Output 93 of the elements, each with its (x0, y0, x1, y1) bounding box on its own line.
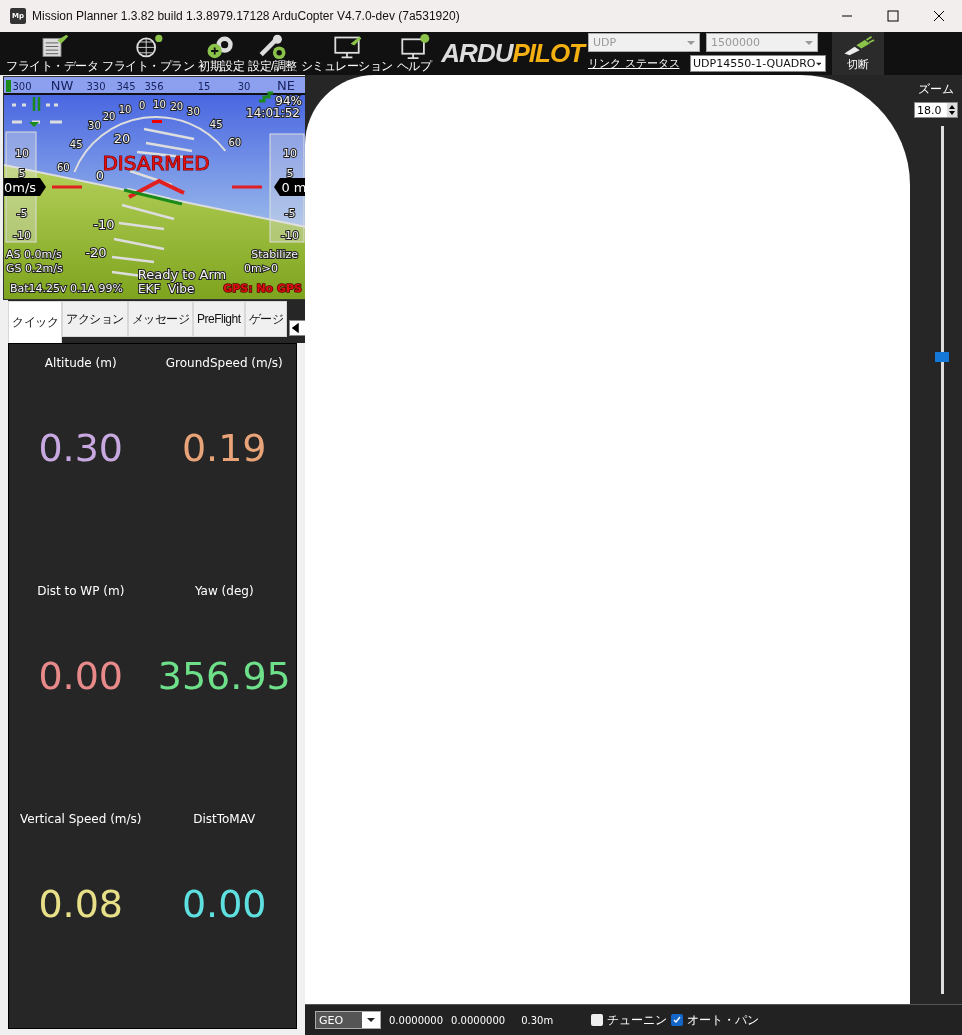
heading-label: 300 (12, 81, 32, 92)
heading-label: 330 (86, 81, 106, 92)
ekf-text: EKF (138, 282, 161, 296)
quick-item-value: 0.00 (181, 882, 267, 926)
toolbar-button[interactable]: シミュレーション (298, 32, 395, 75)
flight-mode-text: Stabilize (251, 248, 298, 261)
latitude-text: 0.0000000 (389, 1014, 444, 1026)
checkbox-icon[interactable] (671, 1014, 684, 1026)
altitude-tape-label: 10 (283, 147, 297, 160)
speed-tape-label: -5 (16, 207, 28, 220)
heading-label: 15 (197, 81, 211, 92)
heading-marker-icon (6, 80, 11, 92)
speed-tape-label: -10 (13, 229, 31, 242)
caret-icon (815, 61, 821, 66)
roll-label: 0 (138, 99, 146, 111)
caret-icon (805, 40, 813, 45)
quick-item-label: GroundSpeed (m/s) (165, 356, 283, 370)
pitch-label: 20 (113, 131, 131, 146)
altitude-tape-label: -5 (284, 207, 296, 220)
roll-label: 45 (209, 119, 223, 131)
groundspeed-text: GS 0.2m/s (6, 262, 63, 275)
toolbar-button[interactable]: 設定/調整 (246, 32, 299, 75)
clock-text: 14:01:52 (246, 106, 300, 120)
zoom-label: ズーム (918, 81, 954, 98)
longitude-text: 0.0000000 (451, 1014, 506, 1026)
speed-tape-label: 5 (18, 167, 26, 180)
speed-readout: 0m/s (4, 178, 46, 196)
zoom-spinner[interactable]: 18.0 (914, 102, 958, 118)
altitude-text: 0.30m (521, 1014, 554, 1026)
roll-label: 60 (56, 161, 70, 173)
caret-icon (687, 40, 695, 45)
caret-icon (367, 1018, 375, 1022)
pitch-label: 0 (95, 168, 105, 183)
quick-item-value: 356.95 (157, 654, 291, 698)
flight-path-line (123, 188, 183, 206)
quick-item-label: DistToMAV (193, 812, 256, 826)
message-text: Ready to Arm (137, 267, 227, 282)
waypoint-distance-text: 0m>0 (244, 262, 278, 275)
roll-label: 30 (88, 120, 101, 132)
level-marker-icon (50, 185, 264, 189)
tab[interactable]: ゲージ (244, 301, 288, 337)
tab[interactable]: アクション (62, 301, 128, 337)
window-title: Mission Planner 1.3.82 build 1.3.8979.17128 ArduCopter V4.7.0-dev (7a531920) (32, 9, 461, 23)
quick-item-label: Altitude (m) (44, 356, 117, 370)
toolbar-button[interactable]: ヘルプ (394, 32, 434, 75)
status-text: DISARMED (102, 151, 210, 175)
zoom-slider-thumb[interactable] (934, 351, 949, 362)
quick-item-value: 0.19 (181, 426, 267, 470)
heading-label: NW (50, 78, 74, 93)
battery-percent-text: 94% (275, 94, 302, 108)
pitch-label: -20 (85, 245, 107, 260)
battery-text: Bat14.25v 0.1A 99% (10, 282, 124, 295)
heading-label: 345 (116, 81, 136, 92)
checkbox-option[interactable]: オート・パン (671, 1011, 760, 1029)
disconnect-button[interactable]: 切断 (832, 32, 884, 75)
roll-pointer-icon (152, 120, 162, 123)
heading-label: 356 (144, 81, 164, 92)
vehicle-dropdown[interactable]: UDP14550-1-QUADRO (690, 55, 826, 72)
quick-item-label: Dist to WP (m) (37, 584, 125, 598)
altitude-tape-label: -10 (281, 229, 299, 242)
vibe-text: Vibe (168, 282, 195, 296)
quick-item-label: Vertical Speed (m/s) (20, 812, 142, 826)
tab[interactable]: クイック (8, 301, 62, 343)
roll-label: 45 (69, 138, 83, 150)
speed-tape-label: 10 (15, 147, 29, 160)
quick-item-label: Yaw (deg) (194, 584, 254, 598)
checkbox-icon[interactable] (591, 1014, 604, 1026)
gps-status-text: GPS: No GPS (223, 282, 302, 295)
heading-label: NE (277, 78, 295, 93)
toolbar-button[interactable]: 初期設定 (196, 32, 246, 75)
link-status-link[interactable]: リンク ステータス (588, 56, 680, 71)
coordinate-system-dropdown[interactable]: GEO (315, 1011, 381, 1029)
aircraft-symbol-icon (128, 178, 185, 199)
quick-item-value: 0.08 (38, 882, 124, 926)
signal-strength-icon (259, 91, 273, 103)
quick-item-value: 0.00 (38, 654, 124, 698)
roll-label: 60 (228, 137, 242, 149)
altitude-tape-label: 5 (286, 167, 294, 180)
tab[interactable]: PreFlight (193, 301, 245, 337)
roll-label: 30 (187, 106, 200, 118)
roll-label: 20 (170, 101, 184, 113)
roll-label: 20 (102, 110, 116, 122)
toolbar-button[interactable]: フライト・プラン (100, 32, 196, 75)
spinner-arrows-icon (947, 103, 957, 117)
toolbar-button[interactable]: フライト・データ (4, 32, 100, 75)
airspeed-text: AS 0.0m/s (6, 248, 62, 261)
roll-label: 10 (118, 103, 132, 115)
checkbox-option[interactable]: チューニン (591, 1011, 668, 1029)
pitch-label: -10 (93, 217, 115, 232)
tab[interactable]: メッセージ (127, 301, 193, 337)
roll-label: 10 (153, 99, 166, 111)
quick-item-value: 0.30 (38, 426, 124, 470)
heading-label: 30 (237, 81, 251, 92)
